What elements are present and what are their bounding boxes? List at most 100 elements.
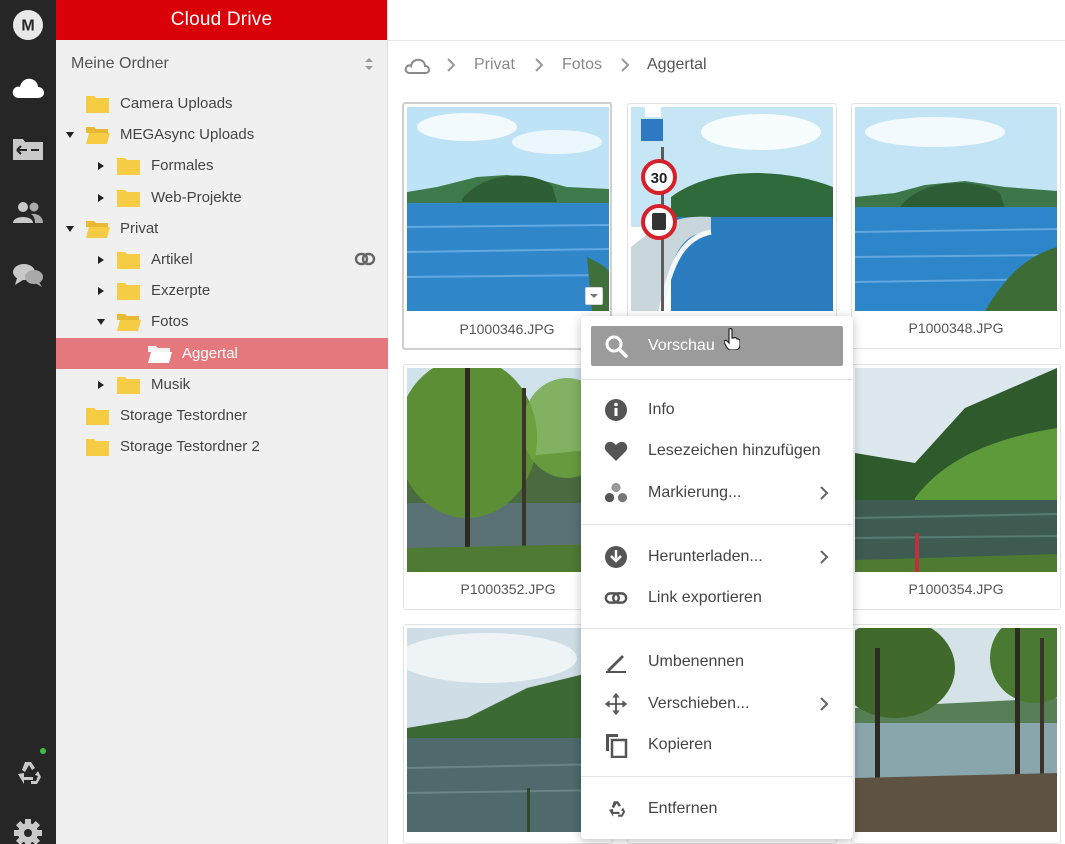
folder-open-icon — [86, 127, 110, 145]
copy-icon — [604, 733, 628, 758]
folder-open-icon — [86, 220, 110, 238]
file-thumbnail[interactable] — [855, 368, 1057, 572]
folder-icon — [86, 439, 109, 457]
move-icon — [604, 692, 628, 716]
folder-icon — [117, 252, 140, 269]
breadcrumb: Privat Fotos Aggertal — [388, 41, 1065, 89]
tree-item-storage-testordner[interactable]: Storage Testordner — [56, 400, 388, 431]
file-card[interactable]: P1000348.JPG — [851, 103, 1061, 349]
info-icon — [604, 398, 628, 422]
tree-item-label: Camera Uploads — [120, 95, 233, 112]
tree-item-exzerpte[interactable]: Exzerpte — [56, 275, 388, 306]
menu-item-label: Link exportieren — [648, 589, 762, 606]
chevron-right-icon — [820, 697, 829, 711]
menu-item-copy[interactable]: Kopieren — [591, 725, 843, 765]
menu-item-move[interactable]: Verschieben... — [591, 684, 843, 724]
folder-icon — [117, 189, 140, 207]
file-thumbnail[interactable] — [855, 628, 1057, 832]
menu-separator — [581, 628, 853, 629]
svg-text:30: 30 — [651, 170, 668, 187]
menu-item-add-bookmark[interactable]: Lesezeichen hinzufügen — [591, 431, 843, 471]
file-card[interactable] — [851, 624, 1061, 844]
folder-icon — [86, 408, 109, 425]
menu-item-preview[interactable]: Vorschau — [591, 326, 843, 366]
tree-item-web-projekte[interactable]: Web-Projekte — [56, 182, 388, 213]
link-icon — [604, 586, 628, 610]
menu-item-remove[interactable]: Entfernen — [591, 789, 843, 829]
tree-header[interactable]: Meine Ordner — [56, 40, 387, 88]
menu-item-rename[interactable]: Umbenennen — [591, 642, 843, 682]
menu-separator — [581, 524, 853, 525]
cloud-drive-icon[interactable] — [0, 63, 56, 113]
caret-right-icon[interactable] — [96, 193, 106, 203]
file-thumbnail[interactable] — [855, 107, 1057, 311]
caret-down-icon[interactable] — [65, 130, 75, 140]
tree-item-formales[interactable]: Formales — [56, 150, 388, 181]
tree-item-fotos[interactable]: Fotos — [56, 306, 388, 337]
chevron-right-icon — [820, 550, 829, 564]
top-bar — [388, 0, 1065, 41]
chevron-right-icon — [535, 58, 544, 72]
caret-down-icon[interactable] — [65, 224, 75, 234]
file-name: P1000354.JPG — [908, 581, 1004, 597]
tree-item-musik[interactable]: Musik — [56, 369, 388, 400]
file-thumbnail[interactable] — [407, 368, 609, 572]
chevron-down-icon — [590, 294, 598, 298]
tree-item-aggertal[interactable]: Aggertal — [56, 337, 388, 369]
menu-item-info[interactable]: Info — [591, 390, 843, 430]
menu-item-label: Verschieben... — [648, 695, 750, 712]
menu-item-label: Info — [648, 401, 675, 418]
svg-text:M: M — [21, 18, 34, 35]
chat-icon[interactable] — [0, 250, 56, 300]
rubbish-bin-icon[interactable] — [0, 748, 56, 798]
folder-tree-panel: Cloud Drive Meine Ordner Camera Uploads M… — [56, 0, 388, 844]
mega-logo-icon[interactable]: M — [0, 0, 56, 50]
caret-right-icon[interactable] — [96, 255, 106, 265]
cloud-root-icon[interactable] — [404, 57, 430, 75]
tree-item-privat[interactable]: Privat — [56, 213, 388, 244]
tree-item-label: Exzerpte — [151, 282, 211, 300]
file-name: P1000346.JPG — [459, 321, 555, 337]
inbox-icon[interactable] — [0, 123, 56, 173]
contacts-icon[interactable] — [0, 187, 56, 237]
menu-item-download[interactable]: Herunterladen... — [591, 537, 843, 577]
sort-toggle-icon[interactable] — [364, 57, 374, 71]
tree-item-artikel[interactable]: Artikel — [56, 244, 388, 275]
breadcrumb-item-fotos[interactable]: Fotos — [562, 56, 602, 74]
file-card[interactable]: P1000354.JPG — [851, 364, 1061, 610]
caret-down-icon[interactable] — [96, 317, 106, 327]
pencil-icon — [604, 650, 628, 674]
caret-right-icon[interactable] — [96, 286, 106, 296]
remove-icon — [604, 797, 628, 821]
tree-item-label: Storage Testordner 2 — [120, 438, 260, 456]
shared-link-icon[interactable] — [354, 252, 376, 266]
tree-item-megasync-uploads[interactable]: MEGAsync Uploads — [56, 119, 388, 150]
folder-open-icon — [148, 345, 172, 363]
menu-item-label: Kopieren — [648, 736, 713, 753]
breadcrumb-item-aggertal[interactable]: Aggertal — [647, 56, 707, 74]
file-thumbnail[interactable] — [407, 628, 609, 832]
file-menu-button[interactable] — [585, 287, 603, 305]
tree-header-label: Meine Ordner — [71, 55, 169, 72]
caret-right-icon[interactable] — [96, 161, 106, 171]
tree-item-label: Formales — [151, 157, 214, 175]
menu-item-label: Herunterladen... — [648, 548, 763, 565]
file-card[interactable]: P1000346.JPG — [402, 102, 612, 350]
caret-right-icon[interactable] — [96, 380, 106, 390]
settings-icon[interactable] — [0, 808, 56, 844]
file-card[interactable]: 30 — [627, 103, 837, 349]
folder-icon — [86, 96, 109, 113]
menu-item-label: Lesezeichen hinzufügen — [648, 442, 821, 459]
file-thumbnail[interactable]: 30 — [631, 107, 833, 311]
tree-item-camera-uploads[interactable]: Camera Uploads — [56, 88, 388, 119]
sync-status-dot — [40, 748, 46, 754]
search-icon — [604, 334, 628, 358]
hand-cursor-icon — [724, 328, 740, 350]
file-thumbnail[interactable] — [407, 107, 609, 311]
menu-item-label: Umbenennen — [648, 653, 745, 670]
menu-item-export-link[interactable]: Link exportieren — [591, 578, 843, 618]
folder-icon — [117, 283, 140, 301]
tree-item-storage-testordner-2[interactable]: Storage Testordner 2 — [56, 431, 388, 462]
breadcrumb-item-privat[interactable]: Privat — [474, 56, 515, 74]
menu-item-label-tag[interactable]: Markierung... — [591, 473, 843, 513]
